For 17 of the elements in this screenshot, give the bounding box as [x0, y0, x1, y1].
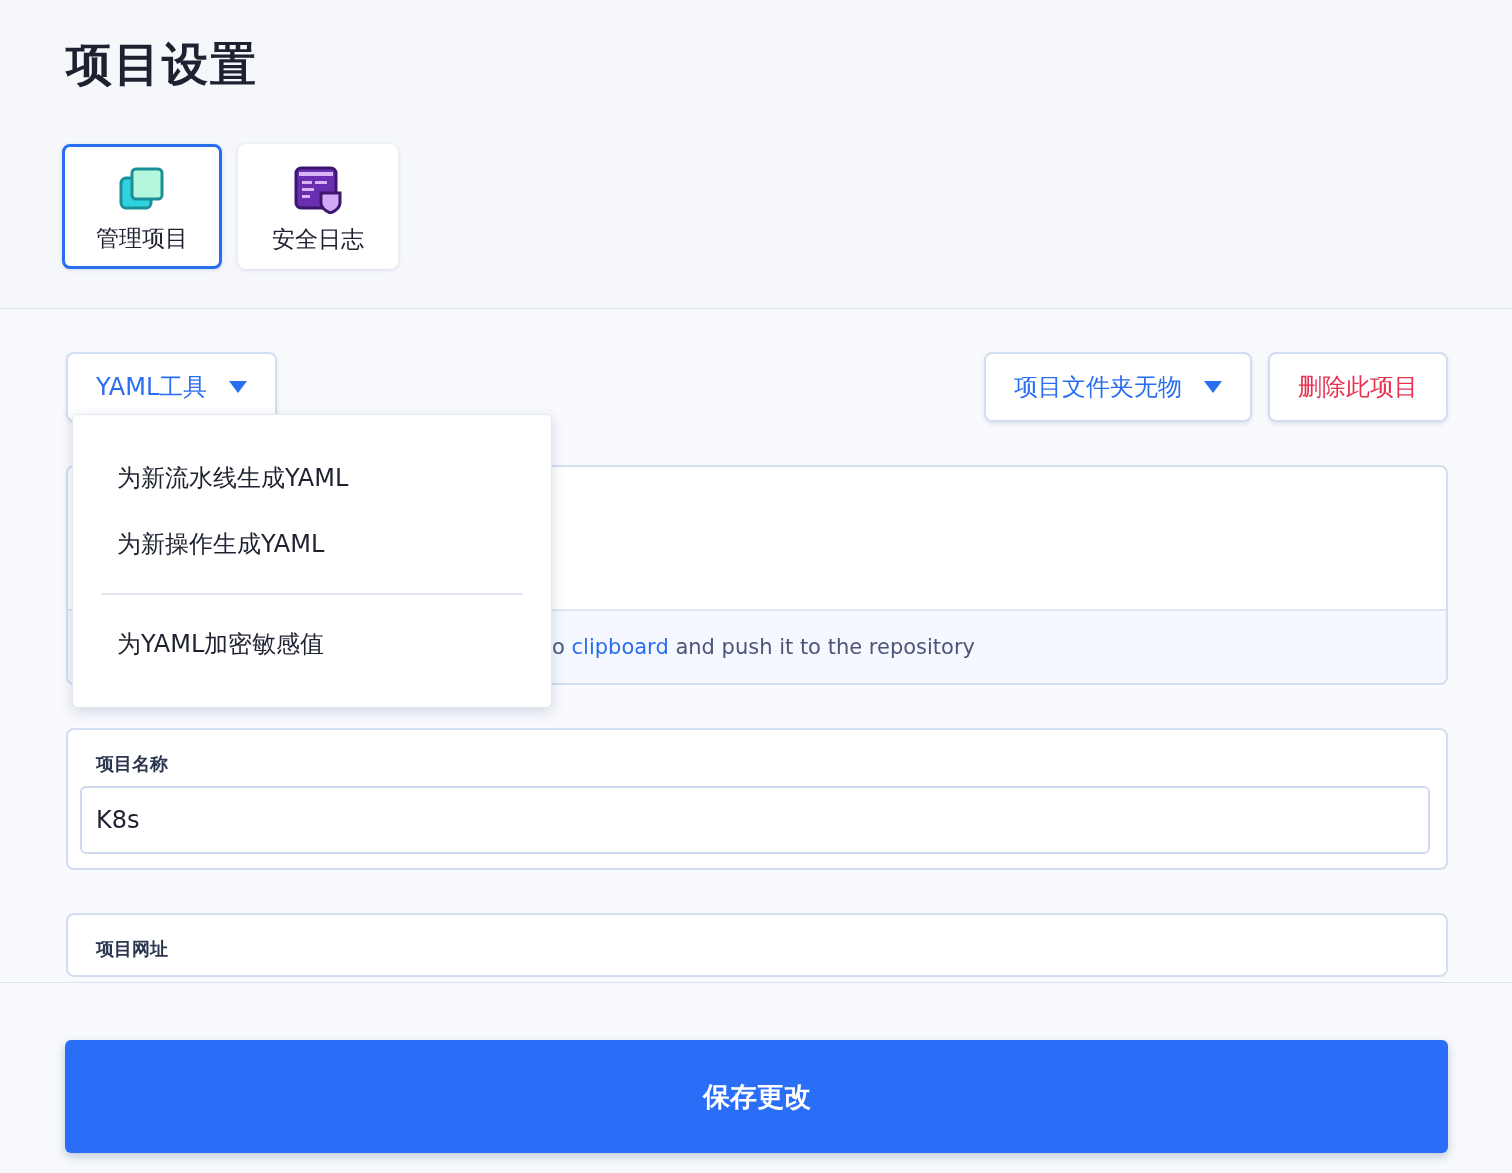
menu-item[interactable]: 为新操作生成YAML: [101, 511, 523, 577]
folder-dropdown[interactable]: 项目文件夹无物: [984, 352, 1252, 422]
caret-icon: [229, 381, 248, 393]
field-label: 项目网址: [94, 937, 169, 961]
menu-item[interactable]: 为新流水线生成YAML: [101, 445, 523, 511]
tab[interactable]: 安全日志: [238, 144, 398, 269]
save-button[interactable]: 保存更改: [65, 1040, 1448, 1153]
page-title: 项目设置: [66, 36, 259, 93]
delete-project-button[interactable]: 删除此项目: [1268, 352, 1448, 422]
stacked-squares-icon: [119, 167, 165, 213]
instruction-text: o clipboard and push it to the repository: [552, 635, 975, 659]
caret-icon: [1204, 381, 1222, 393]
field-label: 项目名称: [94, 752, 169, 776]
menu-item[interactable]: 为YAML加密敏感值: [101, 611, 523, 677]
clipboard-link[interactable]: clipboard: [571, 635, 669, 659]
tab[interactable]: 管理项目: [62, 144, 222, 269]
input-field[interactable]: K8s: [80, 786, 1430, 854]
